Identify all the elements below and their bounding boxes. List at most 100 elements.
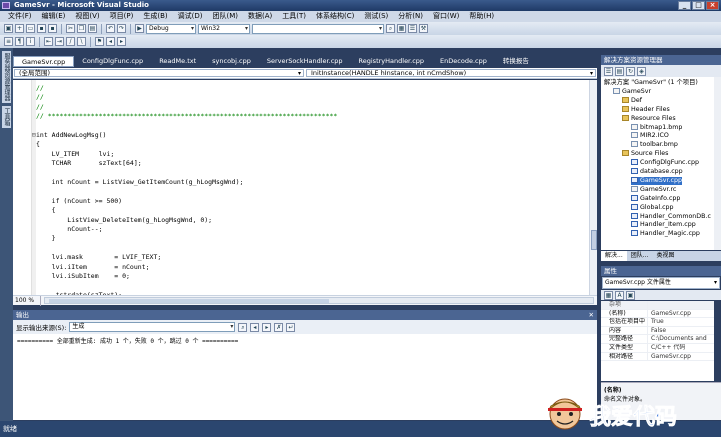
code-line[interactable]: TCHAR szText[64]; bbox=[36, 159, 142, 167]
menu-item[interactable]: 文件(F) bbox=[3, 11, 37, 22]
solution-tree-item[interactable]: GameSvr bbox=[613, 87, 651, 96]
find-message-icon[interactable]: ⌕ bbox=[238, 322, 248, 332]
solution-tree-item[interactable]: Resource Files bbox=[622, 114, 676, 123]
property-row[interactable]: 相对路径 GameSvr.cpp bbox=[601, 352, 714, 362]
prev-message-icon[interactable]: ◂ bbox=[250, 322, 260, 332]
parameter-info-icon[interactable]: ¶ bbox=[15, 37, 24, 46]
comment-icon[interactable]: / bbox=[66, 37, 75, 46]
solution-root[interactable]: 解决方案 "GameSvr" (1 个项目) bbox=[604, 79, 698, 87]
property-value[interactable]: C/C++ 代码 bbox=[647, 343, 714, 352]
property-value[interactable]: GameSvr.cpp bbox=[647, 309, 714, 318]
property-value[interactable] bbox=[647, 301, 714, 309]
properties-object-select[interactable]: GameSvr.cpp 文件属性 bbox=[602, 277, 720, 289]
redo-icon[interactable]: ↷ bbox=[117, 24, 126, 33]
code-line[interactable]: } bbox=[36, 234, 56, 242]
menu-item[interactable]: 生成(B) bbox=[138, 11, 172, 22]
close-button[interactable]: × bbox=[706, 1, 719, 10]
solution-panel-tab[interactable]: 团队... bbox=[627, 251, 653, 261]
solution-tree-item[interactable]: Handler_Magic.cpp bbox=[631, 230, 700, 238]
solution-panel-tab[interactable]: 解决... bbox=[601, 251, 627, 261]
doc-tab[interactable]: ReadMe.txt bbox=[151, 56, 204, 67]
menu-item[interactable]: 项目(P) bbox=[105, 11, 139, 22]
open-file-icon[interactable]: ▭ bbox=[26, 24, 35, 33]
menu-item[interactable]: 工具(T) bbox=[277, 11, 311, 22]
scroll-thumb[interactable] bbox=[591, 230, 597, 250]
code-editor[interactable]: //////// *******************************… bbox=[13, 80, 589, 295]
solution-tree-item[interactable]: Header Files bbox=[622, 105, 670, 114]
property-pages-icon[interactable]: ▣ bbox=[626, 290, 635, 300]
add-item-icon[interactable]: + bbox=[15, 24, 24, 33]
doc-tab[interactable]: 转换报告 bbox=[495, 56, 537, 67]
code-line[interactable]: // *************************************… bbox=[36, 112, 337, 120]
next-message-icon[interactable]: ▸ bbox=[262, 322, 272, 332]
editor-vertical-scrollbar[interactable] bbox=[589, 80, 597, 295]
solution-tree-item[interactable]: GateInfo.cpp bbox=[631, 194, 680, 203]
menu-item[interactable]: 测试(S) bbox=[359, 11, 393, 22]
refresh-icon[interactable]: ↻ bbox=[626, 66, 635, 76]
scope-dropdown[interactable]: (全局范围) bbox=[14, 69, 304, 77]
property-value[interactable]: GameSvr.cpp bbox=[647, 352, 714, 361]
member-dropdown[interactable]: InitInstance(HANDLE hInstance, int nCmdS… bbox=[306, 69, 596, 77]
menu-item[interactable]: 团队(M) bbox=[207, 11, 243, 22]
code-line[interactable]: { bbox=[36, 140, 40, 148]
undo-icon[interactable]: ↶ bbox=[106, 24, 115, 33]
save-all-icon[interactable]: ▪ bbox=[48, 24, 57, 33]
doc-tab[interactable]: EnDecode.cpp bbox=[432, 56, 495, 67]
solution-tree-item[interactable]: Global.cpp bbox=[631, 203, 674, 212]
solution-explorer-icon[interactable]: ▦ bbox=[397, 24, 406, 33]
minimize-button[interactable]: _ bbox=[678, 1, 691, 10]
copy-icon[interactable]: ❐ bbox=[77, 24, 86, 33]
start-debug-icon[interactable]: ▶ bbox=[135, 24, 144, 33]
code-line[interactable]: // bbox=[36, 93, 44, 101]
menu-item[interactable]: 体系结构(C) bbox=[311, 11, 359, 22]
solution-tree-item[interactable]: Def bbox=[622, 96, 642, 105]
toolbox-tab[interactable]: 工具箱 bbox=[2, 106, 11, 128]
prev-bookmark-icon[interactable]: ◂ bbox=[106, 37, 115, 46]
solution-tree-item[interactable]: Source Files bbox=[622, 150, 668, 158]
properties-icon[interactable]: ☰ bbox=[408, 24, 417, 33]
code-line[interactable]: nCount--; bbox=[36, 225, 102, 233]
doc-tab[interactable]: RegistryHandler.cpp bbox=[351, 56, 433, 67]
code-line[interactable]: int nCount = ListView_GetItemCount(g_hLo… bbox=[36, 178, 244, 186]
property-row[interactable]: 完整路径 C:\Documents and bbox=[601, 335, 714, 344]
list-members-icon[interactable]: ≡ bbox=[4, 37, 13, 46]
solution-panel-tab[interactable]: 类视图 bbox=[652, 251, 678, 261]
doc-tab[interactable]: GameSvr.cpp bbox=[13, 56, 75, 67]
platform-select[interactable]: Win32 bbox=[198, 23, 250, 34]
find-combo[interactable] bbox=[252, 23, 384, 34]
property-row[interactable]: (名称) GameSvr.cpp bbox=[601, 309, 714, 319]
maximize-button[interactable]: □ bbox=[692, 1, 705, 10]
property-row[interactable]: 包括在项目中 True bbox=[601, 318, 714, 327]
view-class-diagram-icon[interactable]: ◈ bbox=[637, 66, 646, 76]
properties-grid[interactable]: 杂项 (名称) GameSvr.cpp 包括在项目中 True 内容 False 完整路径 C:… bbox=[601, 301, 714, 381]
uncomment-icon[interactable]: \ bbox=[77, 37, 86, 46]
solution-tree-item[interactable]: ConfigDlgFunc.cpp bbox=[631, 159, 699, 167]
property-row[interactable]: 文件类型 C/C++ 代码 bbox=[601, 343, 714, 353]
menu-item[interactable]: 帮助(H) bbox=[464, 11, 499, 22]
code-line[interactable]: // bbox=[36, 84, 44, 92]
bookmark-icon[interactable]: ⚑ bbox=[95, 37, 104, 46]
code-line[interactable]: lvi.iItem = nCount; bbox=[36, 263, 150, 271]
alphabetical-icon[interactable]: A bbox=[615, 290, 624, 300]
solution-tree-item[interactable]: MIR2.ICO bbox=[631, 132, 669, 140]
word-wrap-icon[interactable]: ↵ bbox=[286, 322, 296, 332]
solution-tree-item[interactable]: Handler_CommonDB.c bbox=[631, 212, 711, 221]
menu-item[interactable]: 视图(V) bbox=[70, 11, 104, 22]
solution-tree-item[interactable]: GameSvr.cpp bbox=[631, 176, 682, 185]
menu-item[interactable]: 窗口(W) bbox=[428, 11, 464, 22]
solution-tree-item[interactable]: bitmap1.bmp bbox=[631, 123, 682, 132]
output-source-select[interactable]: 生成 bbox=[69, 322, 236, 332]
property-row[interactable]: 内容 False bbox=[601, 326, 714, 336]
next-bookmark-icon[interactable]: ▸ bbox=[117, 37, 126, 46]
collapse-icon[interactable]: ⊟ bbox=[32, 131, 36, 139]
property-row[interactable]: 杂项 bbox=[601, 301, 714, 310]
code-line[interactable]: ListView_DeleteItem(g_hLogMsgWnd, 0); bbox=[36, 216, 212, 224]
solution-tree-item[interactable]: GameSvr.rc bbox=[631, 185, 676, 194]
solution-tree-item[interactable]: Handler_Item.cpp bbox=[631, 221, 696, 229]
new-project-icon[interactable]: ▣ bbox=[4, 24, 13, 33]
categorized-icon[interactable]: ▦ bbox=[604, 290, 613, 300]
properties-icon[interactable]: ☰ bbox=[604, 66, 613, 76]
doc-tab[interactable]: ServerSockHandler.cpp bbox=[259, 56, 351, 67]
code-line[interactable]: int AddNewLogMsg() bbox=[36, 131, 106, 139]
editor-horizontal-scrollbar[interactable] bbox=[44, 297, 594, 304]
